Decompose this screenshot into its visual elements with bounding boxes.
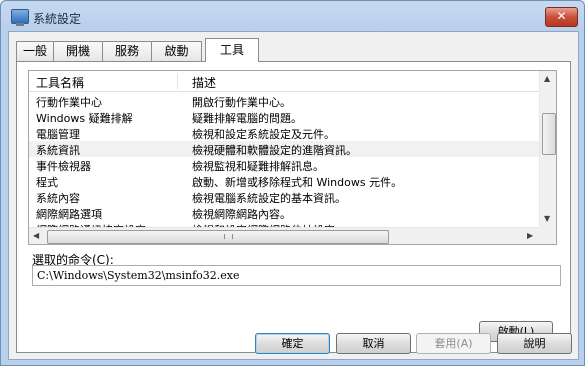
- help-button[interactable]: 說明: [497, 333, 572, 354]
- list-item[interactable]: 網際網路選項 檢視網際網路內容。: [29, 205, 539, 221]
- tool-name: 程式: [36, 176, 58, 189]
- tool-description: 檢視網際網路內容。: [192, 208, 291, 221]
- list-header: 工具名稱 描述: [29, 71, 539, 92]
- window-title: 系統設定: [33, 12, 82, 26]
- horizontal-scroll-thumb[interactable]: [47, 230, 389, 244]
- apply-button[interactable]: 套用(A): [416, 333, 491, 354]
- vertical-scroll-thumb[interactable]: [542, 113, 556, 155]
- tool-name: 事件檢視器: [36, 160, 91, 173]
- list-item[interactable]: 事件檢視器 檢視監視和疑難排解訊息。: [29, 157, 539, 173]
- tool-name: 系統內容: [36, 192, 80, 205]
- list-item[interactable]: Windows 疑難排解 疑難排解電腦的問題。: [29, 109, 539, 125]
- tool-description: 疑難排解電腦的問題。: [192, 112, 302, 125]
- tab-general[interactable]: 一般: [16, 41, 54, 61]
- tool-description: 檢視監視和疑難排解訊息。: [192, 160, 324, 173]
- column-divider[interactable]: [177, 73, 178, 89]
- list-item[interactable]: 行動作業中心 開啟行動作業中心。: [29, 93, 539, 109]
- selected-command-field[interactable]: C:\Windows\System32\msinfo32.exe: [32, 265, 561, 286]
- close-button[interactable]: ✕: [545, 7, 578, 27]
- tools-list[interactable]: 工具名稱 描述 行動作業中心 開啟行動作業中心。 Windows 疑難排解 疑難…: [28, 70, 557, 245]
- tool-name: 系統資訊: [36, 144, 80, 157]
- column-description[interactable]: 描述: [192, 74, 216, 91]
- dialog-body: 一般 開機 服務 啟動 工具 工具名稱 描述 行動作業中心 開啟行動作業中心。: [8, 31, 579, 360]
- list-item[interactable]: 程式 啟動、新增或移除程式和 Windows 元件。: [29, 173, 539, 189]
- tool-description: 檢視硬體和軟體設定的進階資訊。: [192, 144, 357, 157]
- scroll-corner: [539, 227, 556, 244]
- tab-startup[interactable]: 啟動: [151, 41, 202, 61]
- scroll-down-arrow-icon[interactable]: ▼: [544, 214, 550, 223]
- vertical-scrollbar[interactable]: ▲ ▼: [539, 71, 556, 227]
- monitor-icon: [11, 9, 29, 26]
- tab-boot[interactable]: 開機: [53, 41, 103, 61]
- list-item[interactable]: 系統內容 檢視電腦系統設定的基本資訊。: [29, 189, 539, 205]
- tools-panel: 工具名稱 描述 行動作業中心 開啟行動作業中心。 Windows 疑難排解 疑難…: [16, 61, 571, 353]
- horizontal-scrollbar[interactable]: ◀ ▶: [29, 227, 539, 244]
- tab-tools[interactable]: 工具: [205, 38, 259, 62]
- grip-icon: [224, 234, 233, 239]
- tool-description: 開啟行動作業中心。: [192, 96, 291, 109]
- cancel-button[interactable]: 取消: [336, 333, 411, 354]
- ok-button[interactable]: 確定: [255, 333, 330, 354]
- system-configuration-window: 系統設定 ✕ 一般 開機 服務 啟動 工具 工具名稱 描述 行動作業中心 開啟行…: [0, 0, 585, 366]
- tab-services[interactable]: 服務: [102, 41, 152, 61]
- scroll-right-arrow-icon[interactable]: ▶: [527, 231, 533, 240]
- tool-description: 檢視電腦系統設定的基本資訊。: [192, 192, 346, 205]
- scroll-left-arrow-icon[interactable]: ◀: [33, 231, 39, 240]
- column-tool-name[interactable]: 工具名稱: [36, 74, 84, 91]
- tool-name: 電腦管理: [36, 128, 80, 141]
- list-item-selected[interactable]: 系統資訊 檢視硬體和軟體設定的進階資訊。: [29, 141, 539, 157]
- title-bar[interactable]: 系統設定 ✕: [1, 1, 584, 31]
- scroll-up-arrow-icon[interactable]: ▲: [544, 74, 550, 83]
- tool-name: Windows 疑難排解: [36, 112, 133, 125]
- tool-name: 網際網路選項: [36, 208, 102, 221]
- tool-description: 檢視和設定系統設定及元件。: [192, 128, 335, 141]
- tool-name: 行動作業中心: [36, 96, 102, 109]
- tool-description: 啟動、新增或移除程式和 Windows 元件。: [192, 176, 403, 189]
- list-item[interactable]: 電腦管理 檢視和設定系統設定及元件。: [29, 125, 539, 141]
